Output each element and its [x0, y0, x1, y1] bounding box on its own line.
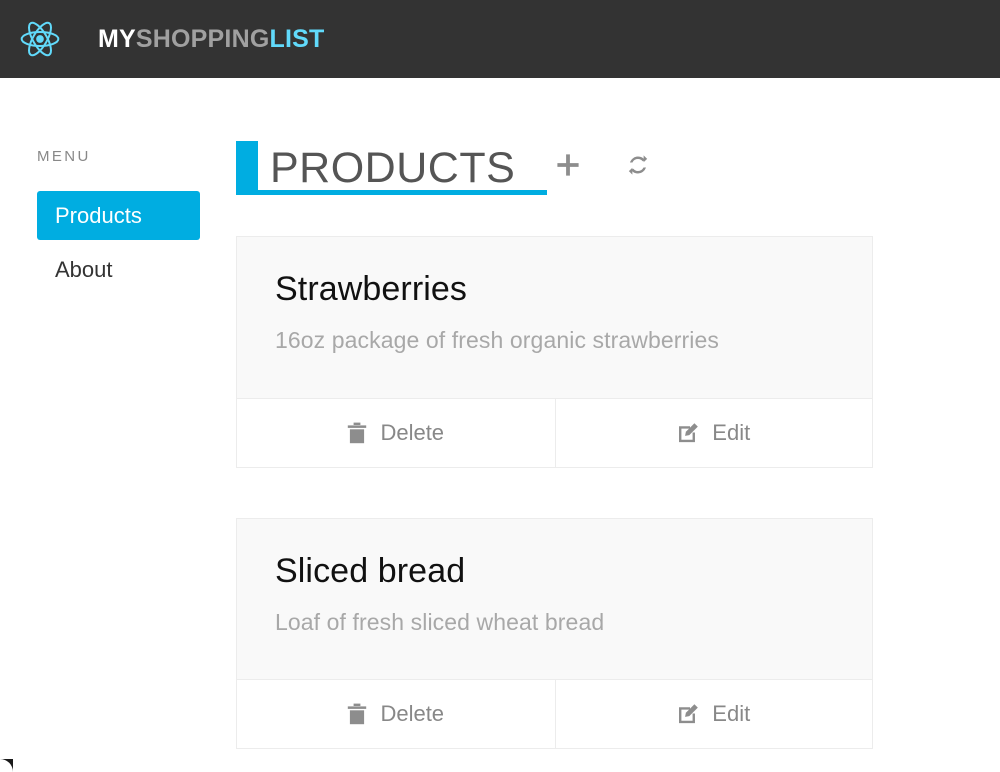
add-product-button[interactable]	[551, 148, 585, 182]
product-card-footer: Delete Edit	[237, 397, 872, 467]
refresh-icon	[625, 152, 651, 178]
trash-icon	[347, 422, 367, 444]
product-card-body: Sliced bread Loaf of fresh sliced wheat …	[237, 519, 872, 680]
brand-title-list: LIST	[269, 24, 325, 53]
delete-product-button[interactable]: Delete	[237, 680, 555, 749]
delete-product-button[interactable]: Delete	[237, 398, 555, 467]
edit-product-label: Edit	[712, 419, 751, 445]
edit-pencil-square-icon	[677, 703, 699, 725]
brand-title-shopping: SHOPPING	[135, 24, 270, 53]
sidebar-item-about-label: About	[55, 257, 113, 283]
product-card-footer: Delete Edit	[237, 679, 872, 749]
sidebar-item-products-label: Products	[55, 203, 142, 228]
refresh-button[interactable]	[621, 148, 655, 182]
edit-product-button[interactable]: Edit	[554, 680, 872, 749]
trash-icon	[347, 703, 367, 725]
react-atom-logo-icon	[18, 17, 62, 61]
brand-title-my: MY	[98, 24, 136, 53]
product-card: Strawberries 16oz package of fresh organ…	[236, 236, 873, 468]
edit-pencil-square-icon	[677, 422, 699, 444]
sidebar-item-about[interactable]: About	[37, 245, 200, 294]
delete-product-label: Delete	[380, 419, 445, 445]
product-name: Sliced bread	[275, 551, 466, 590]
sidebar-menu: Products About	[37, 191, 236, 295]
plus-icon	[555, 152, 581, 178]
page-body: MENU Products About PRODUCTS Strawberrie…	[0, 78, 1000, 772]
sidebar-item-products[interactable]: Products	[37, 191, 200, 241]
product-card-body: Strawberries 16oz package of fresh organ…	[237, 237, 872, 398]
delete-product-label: Delete	[380, 701, 445, 727]
page-title: PRODUCTS	[270, 143, 516, 192]
title-accent-bar	[236, 141, 258, 190]
product-description: Loaf of fresh sliced wheat bread	[275, 609, 605, 636]
product-name: Strawberries	[275, 270, 468, 308]
sidebar: MENU Products About	[0, 78, 236, 772]
edit-product-label: Edit	[712, 701, 751, 727]
brand-title[interactable]: MYSHOPPINGLIST	[98, 24, 325, 53]
main-content: PRODUCTS Strawberries 16oz package of fr…	[236, 78, 1000, 772]
page-header: PRODUCTS	[236, 139, 880, 201]
top-navbar: MYSHOPPINGLIST	[0, 0, 1000, 78]
sidebar-heading: MENU	[37, 148, 91, 165]
page-title-wrapper: PRODUCTS	[236, 139, 547, 197]
product-card: Sliced bread Loaf of fresh sliced wheat …	[236, 517, 873, 750]
product-description: 16oz package of fresh organic strawberri…	[275, 327, 719, 354]
title-accent-underline	[236, 190, 547, 195]
edit-product-button[interactable]: Edit	[554, 398, 872, 467]
